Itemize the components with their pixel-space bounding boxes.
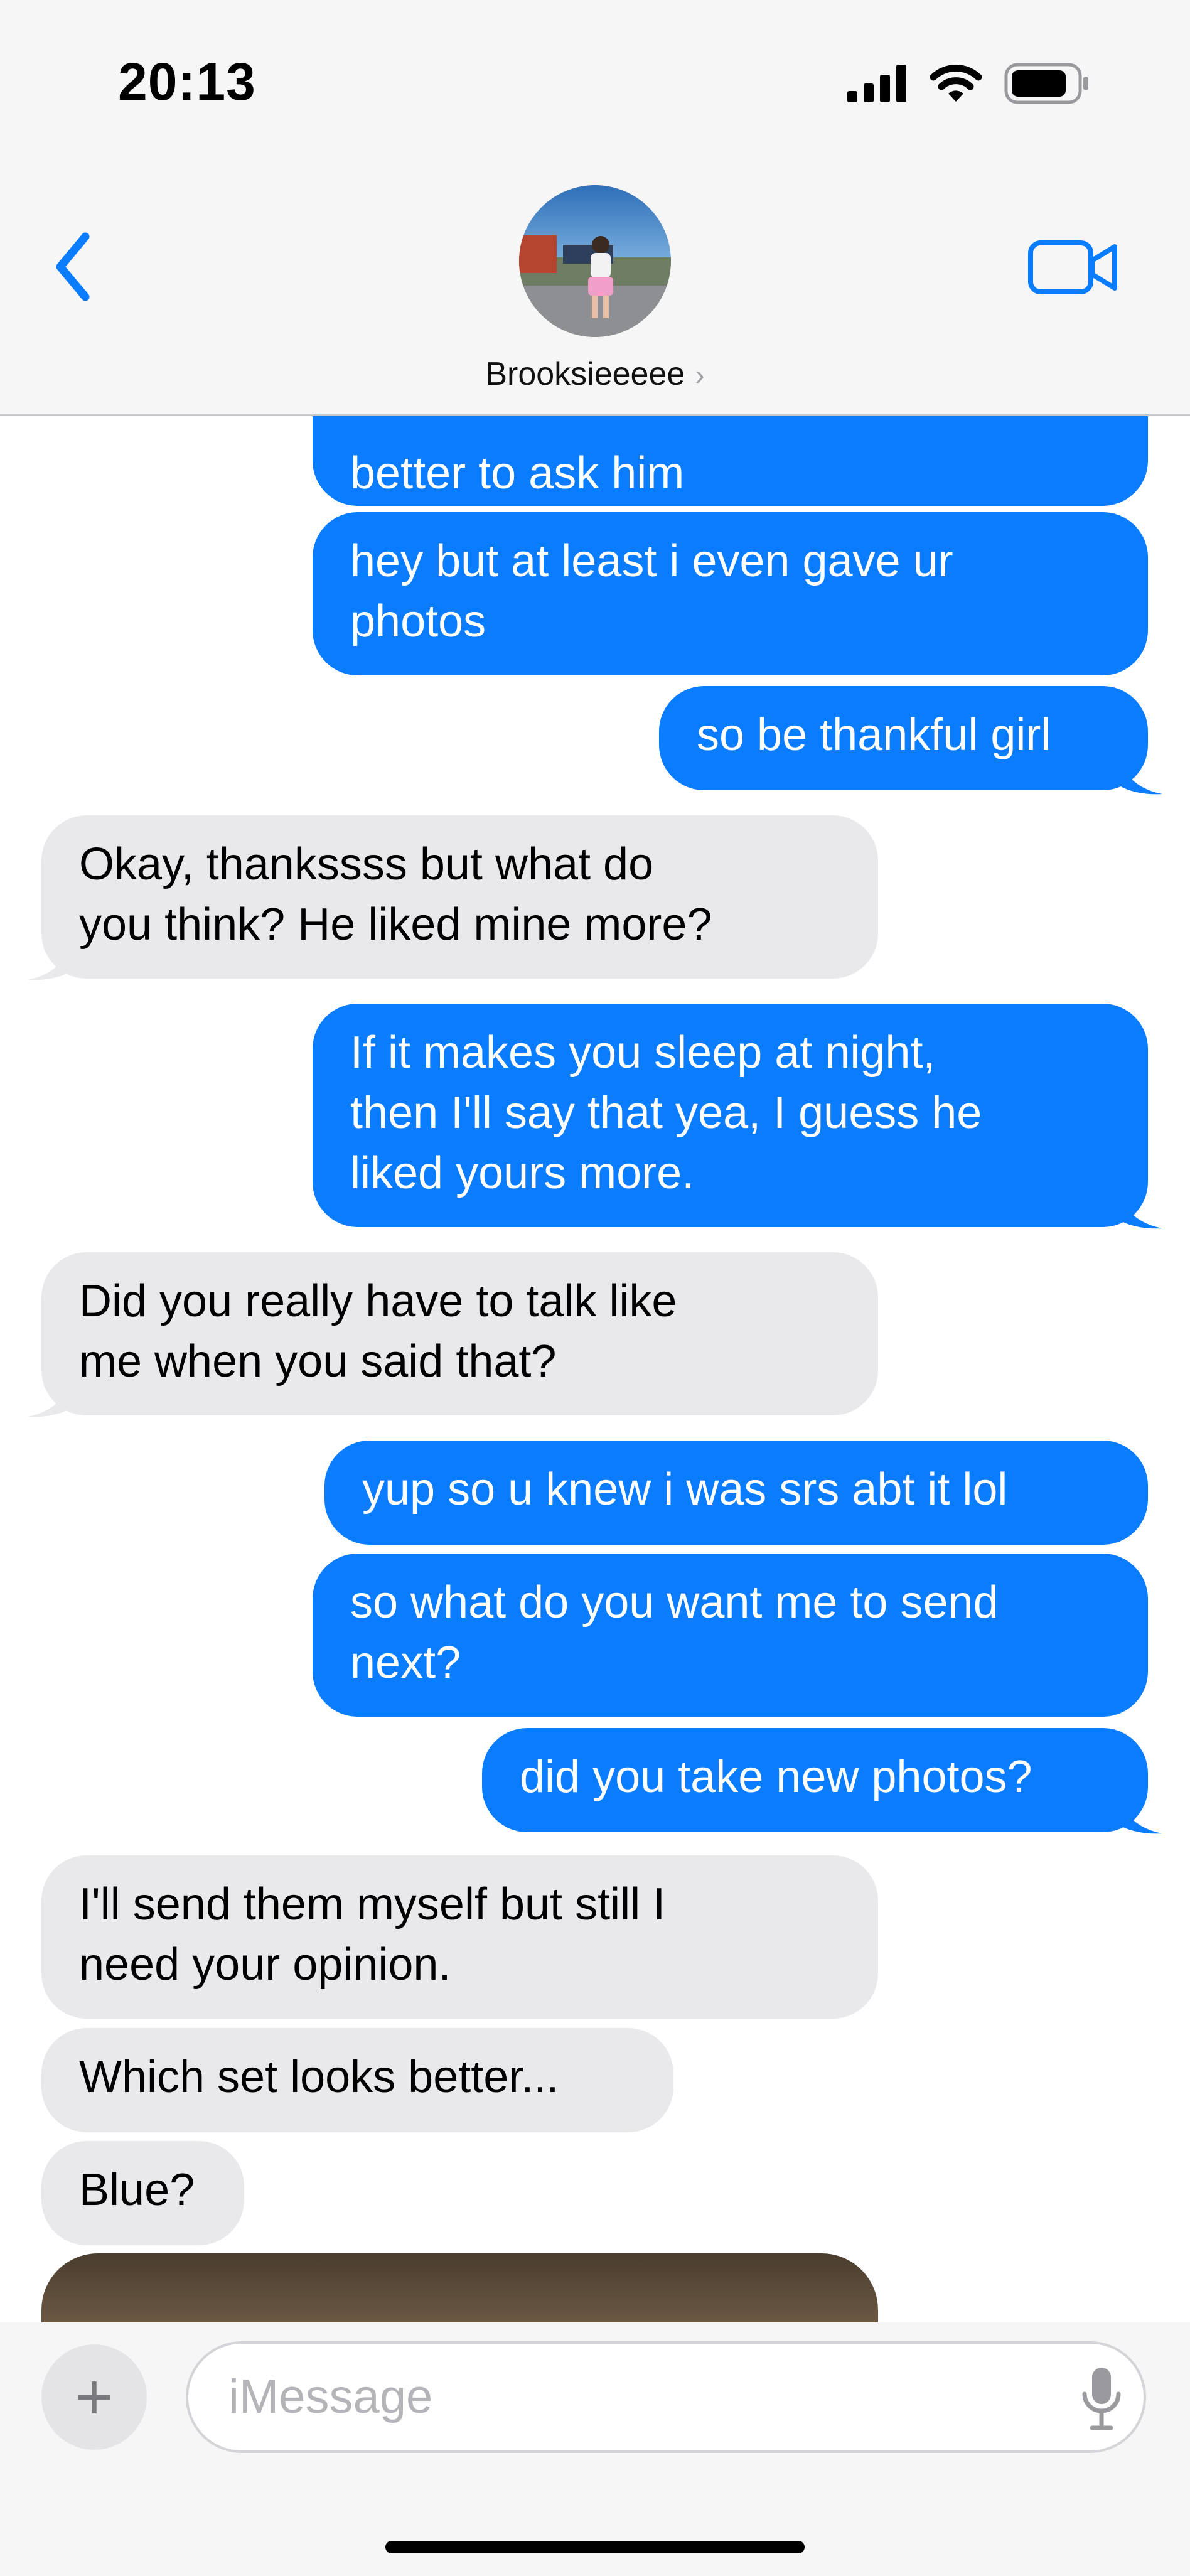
message-bubble-sent[interactable]: better to ask him bbox=[313, 416, 1148, 506]
plus-button[interactable]: + bbox=[41, 2344, 147, 2450]
message-bubble-sent[interactable]: so what do you want me to send next? bbox=[313, 1554, 1148, 1717]
wifi-icon bbox=[930, 65, 982, 102]
video-camera-icon[interactable] bbox=[1027, 235, 1121, 298]
status-icons bbox=[847, 63, 1090, 104]
message-bubble-received[interactable]: Blue? bbox=[41, 2141, 244, 2245]
bubble-tail bbox=[1117, 1189, 1162, 1229]
bubble-tail bbox=[28, 1378, 73, 1417]
message-bubble-sent[interactable]: If it makes you sleep at night, then I'l… bbox=[313, 1004, 1148, 1227]
bubble-tail bbox=[28, 941, 73, 980]
message-composer: + iMessage bbox=[0, 2322, 1190, 2576]
status-bar: 20:13 bbox=[0, 0, 1190, 151]
battery-icon bbox=[1004, 63, 1088, 104]
message-thread[interactable]: better to ask him hey but at least i eve… bbox=[0, 416, 1190, 2322]
bubble-tail bbox=[1117, 755, 1162, 795]
plus-icon: + bbox=[75, 2360, 114, 2434]
message-bubble-received[interactable]: Which set looks better... bbox=[41, 2028, 673, 2132]
message-bubble-sent[interactable]: hey but at least i even gave ur photos bbox=[313, 512, 1148, 675]
status-time: 20:13 bbox=[118, 52, 256, 111]
microphone-icon[interactable] bbox=[1080, 2365, 1123, 2434]
signal-icon bbox=[847, 65, 906, 102]
message-bubble-received[interactable]: Okay, thankssss but what do you think? H… bbox=[41, 815, 878, 979]
message-bubble-sent[interactable]: did you take new photos? bbox=[482, 1728, 1148, 1832]
message-bubble-received[interactable]: I'll send them myself but still I need y… bbox=[41, 1855, 878, 2019]
bubble-tail bbox=[1117, 1795, 1162, 1834]
image-attachment[interactable] bbox=[41, 2253, 878, 2322]
back-chevron-icon[interactable] bbox=[49, 229, 99, 304]
contact-name[interactable]: Brooksieeeee › bbox=[0, 355, 1190, 393]
avatar[interactable] bbox=[519, 185, 671, 337]
message-bubble-sent[interactable]: so be thankful girl bbox=[659, 686, 1148, 790]
contact-chevron-icon: › bbox=[695, 358, 705, 391]
message-bubble-sent[interactable]: yup so u knew i was srs abt it lol bbox=[324, 1441, 1148, 1545]
conversation-header: Brooksieeeee › bbox=[0, 151, 1190, 416]
home-indicator[interactable] bbox=[385, 2541, 805, 2553]
imessage-input[interactable]: iMessage bbox=[186, 2341, 1146, 2453]
message-bubble-received[interactable]: Did you really have to talk like me when… bbox=[41, 1252, 878, 1415]
